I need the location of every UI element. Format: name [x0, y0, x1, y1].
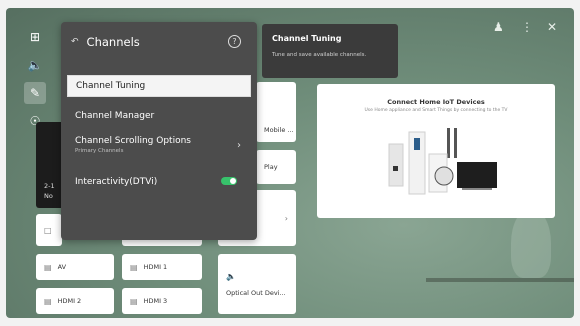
menu-item-interactivity[interactable]: Interactivity(DTVi) — [67, 174, 251, 192]
av-tile[interactable]: ▤ AV — [36, 254, 114, 280]
tv-screen: ♟ ⋮ ✕ ⊞ 🔈 ✎ ☉ 2-1 No □ Mobile ... Play ›… — [6, 8, 574, 318]
hdmi1-tile[interactable]: ▤ HDMI 1 — [122, 254, 202, 280]
optical-label: Optical Out Devi... — [226, 288, 286, 297]
tooltip-title: Channel Tuning — [272, 34, 342, 43]
hdmi-icon: ▤ — [44, 296, 52, 306]
menu-item-label: Channel Tuning — [76, 81, 146, 91]
brush-icon[interactable]: ✎ — [24, 82, 46, 104]
more-icon[interactable]: ⋮ — [521, 20, 533, 34]
menu-item-label: Channel Scrolling Options — [75, 136, 191, 146]
av-label: AV — [57, 263, 67, 271]
panel-header: ↶ Channels ? — [61, 22, 257, 62]
hdmi2-label: HDMI 2 — [57, 297, 82, 305]
play-label: Play — [264, 163, 278, 171]
help-icon[interactable]: ? — [228, 35, 241, 48]
live-channel-number: 2-1 — [44, 182, 55, 190]
live-channel-label: No — [44, 192, 53, 200]
background-shelf — [426, 278, 574, 282]
menu-item-channel-scrolling[interactable]: Channel Scrolling Options Primary Channe… — [67, 134, 251, 164]
play-tile[interactable]: Play — [256, 150, 296, 184]
panel-title: Channels — [86, 35, 140, 49]
menu-item-channel-manager[interactable]: Channel Manager — [67, 105, 251, 127]
back-icon[interactable]: ↶ — [71, 37, 79, 47]
menu-item-label: Interactivity(DTVi) — [75, 177, 158, 187]
mobile-label: Mobile ... — [264, 126, 294, 134]
user-icon[interactable]: ♟ — [493, 20, 504, 34]
iot-card[interactable]: Connect Home IoT Devices Use Home applia… — [317, 84, 555, 218]
input-icon[interactable]: ⊞ — [24, 26, 46, 48]
chevron-right-icon: › — [284, 213, 288, 223]
hdmi1-label: HDMI 1 — [143, 263, 168, 271]
mobile-tile[interactable]: Mobile ... — [256, 82, 296, 142]
hdmi2-tile[interactable]: ▤ HDMI 2 — [36, 288, 114, 314]
menu-item-sub: Primary Channels — [75, 148, 124, 154]
menu-item-label: Channel Manager — [75, 111, 155, 121]
menu-item-channel-tuning[interactable]: Channel Tuning — [67, 75, 251, 97]
channels-panel: ↶ Channels ? Channel Tuning Channel Mana… — [61, 22, 257, 240]
tooltip-desc: Tune and save available channels. — [272, 52, 367, 58]
close-icon[interactable]: ✕ — [547, 20, 557, 34]
speaker-icon[interactable]: 🔈 — [24, 54, 46, 76]
home-appliances-illustration — [388, 128, 497, 195]
input-tile-small[interactable]: □ — [36, 214, 62, 246]
description-tooltip: Channel Tuning Tune and save available c… — [262, 24, 398, 78]
monitor-icon: □ — [44, 225, 52, 235]
optical-tile[interactable]: 🔈 Optical Out Devi... — [218, 254, 296, 314]
hdmi3-tile[interactable]: ▤ HDMI 3 — [122, 288, 202, 314]
interactivity-toggle[interactable] — [221, 177, 237, 185]
background-plant — [511, 208, 551, 278]
hdmi-icon: ▤ — [130, 262, 138, 272]
hdmi-icon: ▤ — [130, 296, 138, 306]
chevron-right-icon: › — [237, 140, 241, 151]
av-icon: ▤ — [44, 262, 52, 272]
speaker-icon: 🔈 — [226, 271, 236, 281]
hdmi3-label: HDMI 3 — [143, 297, 168, 305]
